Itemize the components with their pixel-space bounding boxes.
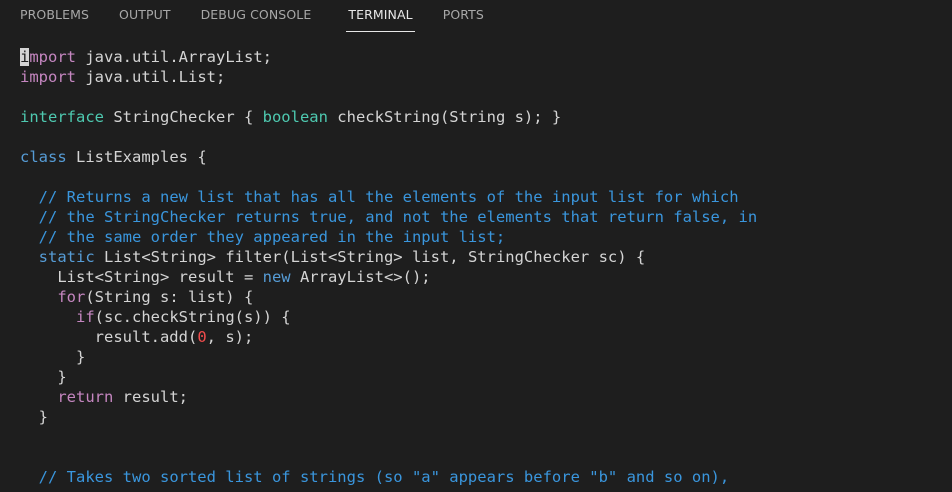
terminal-text: interface (20, 108, 104, 126)
tab-label: PROBLEMS (20, 7, 90, 22)
terminal-line: // the StringChecker returns true, and n… (20, 207, 952, 227)
terminal-line: import java.util.List; (20, 67, 952, 87)
terminal-line: if(sc.checkString(s)) { (20, 307, 952, 327)
terminal-line: // Returns a new list that has all the e… (20, 187, 952, 207)
terminal-line: // Takes two sorted list of strings (so … (20, 467, 952, 487)
terminal-panel: PROBLEMS OUTPUT DEBUG CONSOLE TERMINAL P… (0, 0, 952, 492)
active-tab-indicator (346, 31, 415, 32)
terminal-text: for (57, 288, 86, 306)
terminal-text: 0 (197, 328, 207, 346)
terminal-text: // Takes two sorted list of strings (so … (38, 468, 730, 486)
terminal-line: } (20, 407, 952, 427)
terminal-line: result.add(0, s); (20, 327, 952, 347)
terminal-text: , s); (206, 328, 254, 346)
terminal-line: class ListExamples { (20, 147, 952, 167)
terminal-text: ArrayList<>(); (290, 268, 431, 286)
terminal-text: (String s: list) { (85, 288, 254, 306)
tab-terminal[interactable]: TERMINAL (346, 0, 415, 32)
terminal-text: static (38, 248, 95, 266)
terminal-text: List<String> filter(List<String> list, S… (94, 248, 646, 266)
terminal-text: (sc.checkString(s)) { (94, 308, 291, 326)
terminal-line: interface StringChecker { boolean checkS… (20, 107, 952, 127)
terminal-text: java.util.List; (76, 68, 226, 86)
terminal-text: class (20, 148, 67, 166)
terminal-line: List<String> result = new ArrayList<>(); (20, 267, 952, 287)
terminal-text: result.add( (20, 328, 198, 346)
tab-problems[interactable]: PROBLEMS (20, 0, 89, 32)
terminal-text: StringChecker { (104, 108, 263, 126)
terminal-line: import java.util.ArrayList; (20, 47, 952, 67)
tab-label: DEBUG CONSOLE (200, 7, 312, 22)
tab-label: PORTS (442, 7, 484, 22)
tab-ports[interactable]: PORTS (443, 0, 484, 32)
terminal-text: new (262, 268, 291, 286)
terminal-text: import (20, 68, 76, 86)
terminal-text: // Returns a new list that has all the e… (38, 188, 739, 206)
terminal-line: // the same order they appeared in the i… (20, 227, 952, 247)
terminal-line: for(String s: list) { (20, 287, 952, 307)
terminal-line: } (20, 347, 952, 367)
tab-label: OUTPUT (119, 7, 171, 22)
terminal-text: } (20, 348, 86, 366)
terminal-line: } (20, 367, 952, 387)
tab-label: TERMINAL (348, 7, 413, 22)
terminal-cursor: i (20, 48, 30, 66)
terminal-text: return (57, 388, 114, 406)
terminal-text: boolean (262, 108, 328, 126)
terminal-text: } (20, 368, 67, 386)
terminal-output[interactable]: import java.util.ArrayList; import java.u… (20, 47, 952, 487)
panel-tab-bar: PROBLEMS OUTPUT DEBUG CONSOLE TERMINAL P… (0, 0, 952, 32)
terminal-text: ListExamples { (66, 148, 207, 166)
tab-debug-console[interactable]: DEBUG CONSOLE (201, 0, 312, 32)
terminal-text: } (20, 408, 48, 426)
terminal-text: List<String> result = (20, 268, 263, 286)
terminal-text: mport (29, 48, 77, 66)
terminal-text: java.util.ArrayList; (76, 48, 272, 66)
terminal-text: // the same order they appeared in the i… (38, 228, 506, 246)
terminal-line: static List<String> filter(List<String> … (20, 247, 952, 267)
terminal-text: checkString(String s); } (327, 108, 562, 126)
terminal-text: // the StringChecker returns true, and n… (38, 208, 758, 226)
tab-output[interactable]: OUTPUT (119, 0, 171, 32)
terminal-text: if (76, 308, 95, 326)
terminal-line: return result; (20, 387, 952, 407)
terminal-text: result; (113, 388, 188, 406)
